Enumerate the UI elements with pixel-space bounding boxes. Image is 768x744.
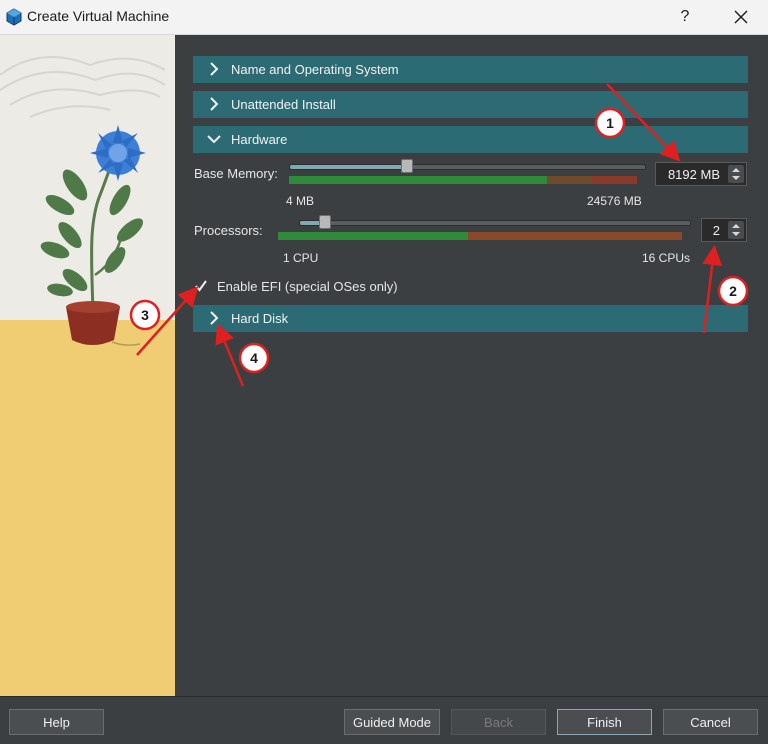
processors-min-label: 1 CPU [283, 251, 319, 265]
chevron-right-icon [210, 62, 219, 76]
base-memory-slider-fill [290, 165, 409, 169]
window-help-button[interactable]: ? [672, 4, 698, 30]
cancel-button[interactable]: Cancel [663, 709, 758, 735]
processors-label: Processors: [194, 223, 263, 238]
efi-checkbox[interactable] [193, 278, 209, 294]
section-unattended-install[interactable]: Unattended Install [193, 91, 748, 118]
help-button[interactable]: Help [9, 709, 104, 735]
window-title: Create Virtual Machine [27, 8, 170, 24]
efi-label[interactable]: Enable EFI (special OSes only) [217, 279, 398, 294]
cpu-zone-recommended [278, 232, 468, 240]
back-button[interactable]: Back [451, 709, 546, 735]
base-memory-slider-track[interactable] [289, 164, 646, 170]
processors-value: 2 [712, 223, 720, 238]
memory-zone-recommended [289, 176, 547, 184]
processors-spinbox[interactable]: 2 [701, 218, 747, 242]
section-name-and-os[interactable]: Name and Operating System [193, 56, 748, 83]
section-label: Name and Operating System [231, 62, 399, 77]
virtualbox-app-icon [6, 8, 22, 26]
section-label: Hardware [231, 132, 288, 147]
base-memory-value: 8192 MB [667, 167, 720, 182]
base-memory-max-label: 24576 MB [587, 194, 642, 208]
checkmark-icon [195, 280, 207, 292]
chevron-right-icon [210, 97, 219, 111]
base-memory-spinbox[interactable]: 8192 MB [655, 162, 747, 186]
wizard-illustration [0, 35, 175, 696]
memory-zone-caution [547, 176, 592, 184]
processors-max-label: 16 CPUs [642, 251, 691, 265]
section-label: Hard Disk [231, 311, 289, 326]
section-hard-disk[interactable]: Hard Disk [193, 305, 748, 332]
base-memory-min-label: 4 MB [286, 194, 315, 208]
processors-slider-thumb[interactable] [319, 215, 331, 229]
chevron-down-icon [207, 135, 221, 144]
button-bar: Help Guided Mode Back Finish Cancel [0, 696, 768, 744]
base-memory-label: Base Memory: [194, 166, 278, 181]
spin-arrows-icon[interactable] [728, 221, 744, 239]
chevron-right-icon [210, 311, 219, 325]
spin-arrows-icon[interactable] [728, 165, 744, 183]
close-icon[interactable] [727, 4, 755, 30]
memory-zone-danger [592, 176, 637, 184]
guided-mode-button[interactable]: Guided Mode [344, 709, 440, 735]
section-hardware[interactable]: Hardware [193, 126, 748, 153]
title-bar: Create Virtual Machine ? [0, 0, 768, 35]
cpu-zone-danger [468, 232, 682, 240]
base-memory-slider-thumb[interactable] [401, 159, 414, 173]
finish-button[interactable]: Finish [557, 709, 652, 735]
processors-slider-track[interactable] [299, 220, 691, 226]
section-label: Unattended Install [231, 97, 336, 112]
